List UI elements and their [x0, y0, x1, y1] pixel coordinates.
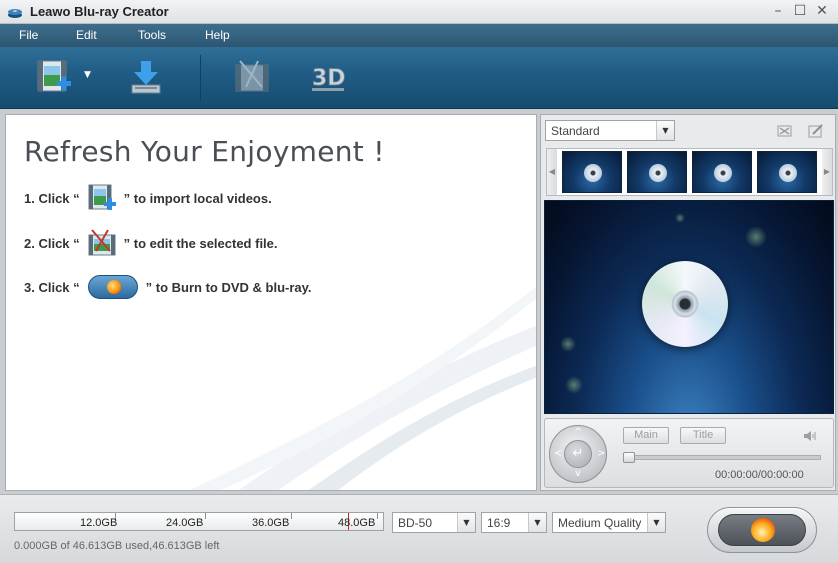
aspect-ratio-value: 16:9 — [487, 516, 511, 530]
glow-dot — [745, 226, 767, 248]
main-menu-button[interactable]: Main — [623, 427, 669, 444]
capacity-tick — [377, 513, 378, 519]
capacity-tick — [205, 513, 206, 519]
disc-type-value: BD-50 — [398, 516, 433, 530]
disc-type-select[interactable]: BD-50 ▼ — [392, 512, 476, 533]
disc-capacity-bar: 12.0GB 24.0GB 36.0GB 48.0GB — [14, 512, 384, 531]
menu-bar: File Edit Tools Help — [0, 24, 838, 47]
strip-left-arrow-icon[interactable]: ◀ — [547, 149, 557, 195]
nav-right-icon[interactable]: > — [597, 448, 605, 459]
capacity-tick — [291, 513, 292, 519]
chevron-down-icon: ▼ — [647, 513, 665, 532]
disc-icon — [642, 261, 728, 347]
disc-hub — [671, 290, 699, 318]
strip-right-arrow-icon[interactable]: ▶ — [822, 149, 832, 195]
nav-down-icon[interactable]: v — [575, 468, 581, 479]
restore-button[interactable]: ☐ — [790, 1, 810, 21]
seek-handle[interactable] — [623, 452, 635, 463]
step-burn: 3. Click “ ” to Burn to DVD & blu-ray. — [24, 275, 312, 299]
capacity-tick-label: 36.0GB — [252, 517, 290, 529]
disc-icon — [779, 164, 797, 182]
close-button[interactable]: ✕ — [812, 1, 832, 21]
welcome-panel: Refresh Your Enjoyment ! 1. Click “ ” to… — [5, 114, 537, 491]
menu-thumbnail[interactable] — [562, 151, 622, 193]
burn-to-disc-button[interactable] — [126, 57, 166, 97]
menu-thumbnail[interactable] — [757, 151, 817, 193]
remove-menu-icon[interactable] — [776, 122, 794, 140]
disc-usage-text: 0.000GB of 46.613GB used,46.613GB left — [14, 540, 220, 552]
capacity-tick-label: 12.0GB — [80, 517, 118, 529]
window-title: Leawo Blu-ray Creator — [30, 4, 169, 19]
page-title: Refresh Your Enjoyment ! — [24, 135, 385, 168]
capacity-tick-label: 24.0GB — [166, 517, 204, 529]
timecode: 00:00:00/00:00:00 — [715, 469, 804, 481]
glow-dot — [560, 336, 576, 352]
add-video-button[interactable] — [34, 57, 74, 97]
title-bar: Leawo Blu-ray Creator – ☐ ✕ — [0, 0, 838, 24]
step-import-prefix: 1. Click “ — [24, 190, 80, 206]
nav-left-icon[interactable]: < — [554, 448, 562, 459]
player-controls: ^ v < > ↵ Main Title 00:00:00/00:00:00 — [544, 418, 834, 488]
chevron-down-icon: ▼ — [528, 513, 546, 532]
flame-icon — [751, 518, 775, 542]
toolbar: ▼ 3D — [0, 47, 838, 109]
step-burn-prefix: 3. Click “ — [24, 279, 80, 295]
capacity-tick-label: 48.0GB — [338, 517, 376, 529]
step-import-suffix: ” to import local videos. — [123, 190, 272, 206]
quality-select[interactable]: Medium Quality ▼ — [552, 512, 666, 533]
title-menu-button[interactable]: Title — [680, 427, 726, 444]
burn-button-core — [718, 514, 806, 546]
nav-up-icon[interactable]: ^ — [574, 427, 582, 438]
step-burn-suffix: ” to Burn to DVD & blu-ray. — [145, 279, 312, 295]
add-menu-dropdown-icon[interactable]: ▼ — [84, 70, 91, 80]
3d-label: 3D — [312, 66, 346, 91]
chevron-down-icon: ▼ — [457, 513, 475, 532]
quality-value: Medium Quality — [558, 516, 642, 530]
disc-icon — [649, 164, 667, 182]
disc-icon — [714, 164, 732, 182]
menu-file[interactable]: File — [19, 28, 38, 42]
glow-dot — [675, 213, 685, 223]
3d-button[interactable]: 3D — [308, 57, 348, 97]
edit-menu-icon[interactable] — [807, 122, 825, 140]
preview-panel: Standard ▼ ◀ ▶ ^ v < > ↵ Main Title 00:0… — [540, 114, 836, 491]
menu-template-value: Standard — [551, 124, 600, 138]
step-edit-suffix: ” to edit the selected file. — [123, 235, 278, 251]
menu-edit[interactable]: Edit — [76, 28, 97, 42]
step-import: 1. Click “ ” to import local videos. — [24, 182, 272, 214]
app-logo-icon — [8, 9, 22, 18]
glow-dot — [565, 376, 583, 394]
navigation-jog-wheel[interactable]: ^ v < > ↵ — [549, 425, 607, 483]
chevron-down-icon: ▼ — [656, 121, 674, 140]
film-add-icon — [88, 184, 116, 210]
nav-enter-icon[interactable]: ↵ — [564, 440, 592, 468]
step-edit: 2. Click “ ” to edit the selected file. — [24, 227, 278, 259]
volume-icon[interactable] — [803, 429, 817, 443]
toolbar-separator — [200, 55, 201, 101]
background-swoosh — [190, 286, 536, 490]
menu-preview — [544, 200, 834, 414]
menu-tools[interactable]: Tools — [138, 28, 166, 42]
minimize-button[interactable]: – — [768, 1, 788, 21]
disc-icon — [584, 164, 602, 182]
burn-button-icon — [87, 275, 138, 299]
burn-button[interactable] — [707, 507, 817, 553]
step-edit-prefix: 2. Click “ — [24, 235, 80, 251]
film-edit-icon — [88, 229, 116, 256]
bottom-bar: 12.0GB 24.0GB 36.0GB 48.0GB 0.000GB of 4… — [0, 494, 838, 563]
edit-button[interactable] — [232, 57, 272, 97]
menu-thumbnail[interactable] — [692, 151, 752, 193]
seek-slider[interactable] — [623, 452, 821, 463]
menu-thumbnail-strip: ◀ ▶ — [546, 148, 833, 196]
aspect-ratio-select[interactable]: 16:9 ▼ — [481, 512, 547, 533]
menu-template-select[interactable]: Standard ▼ — [545, 120, 675, 141]
menu-help[interactable]: Help — [205, 28, 230, 42]
menu-thumbnail[interactable] — [627, 151, 687, 193]
